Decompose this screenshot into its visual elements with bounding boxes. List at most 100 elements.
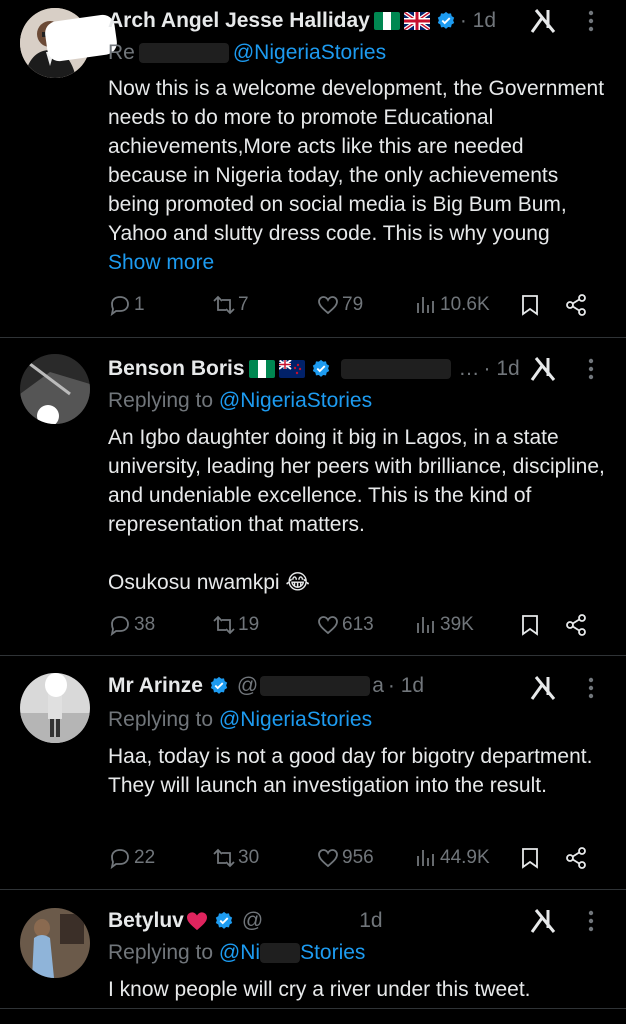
verified-icon [311, 359, 331, 379]
share-button[interactable] [564, 843, 588, 873]
reply-3[interactable]: Mr Arinze @ a · 1d Replying to @NigeriaS… [0, 656, 626, 890]
timestamp[interactable]: 1d [359, 909, 382, 933]
more-icon[interactable] [576, 6, 606, 36]
repost-count: 30 [238, 847, 260, 868]
replying-prefix: Replying to [108, 708, 214, 731]
mention-link[interactable]: @NigeriaStories [219, 708, 372, 731]
more-icon[interactable] [576, 906, 606, 936]
replying-to: Re @NigeriaStories [108, 41, 386, 65]
more-icon[interactable] [576, 673, 606, 703]
like-count: 79 [342, 294, 364, 315]
reply-button[interactable]: 1 [108, 290, 145, 320]
bookmark-icon [522, 295, 538, 316]
grok-icon[interactable] [528, 673, 558, 703]
share-button[interactable] [564, 290, 588, 320]
reply-text: Now this is a welcome development, the G… [108, 74, 606, 277]
display-name[interactable]: Benson Boris [108, 357, 245, 381]
replying-to: Replying to @Ni Stories [108, 941, 365, 965]
avatar[interactable] [20, 354, 90, 424]
repost-button[interactable]: 19 [212, 610, 259, 640]
views-icon [417, 617, 434, 633]
action-bar: 1 7 79 10.6K [108, 290, 606, 320]
views-button[interactable]: 44.9K [414, 843, 490, 873]
display-name[interactable]: Betyluv [108, 909, 184, 933]
action-bar: 22 30 956 44.9K [108, 843, 606, 873]
nigeria-flag-icon [248, 360, 275, 378]
views-count: 10.6K [440, 294, 490, 315]
views-icon [417, 850, 434, 866]
reply-count: 1 [134, 294, 145, 315]
redacted-text [260, 943, 301, 964]
repost-count: 19 [238, 614, 260, 635]
repost-icon [213, 295, 235, 315]
reply-text-content: I know people will cry a river under thi… [108, 978, 531, 1001]
mention-link[interactable]: @NigeriaStories [219, 389, 372, 412]
like-button[interactable]: 956 [316, 843, 374, 873]
reply-text: An Igbo daughter doing it big in Lagos, … [108, 423, 606, 597]
timestamp[interactable]: · 1d [484, 357, 520, 381]
share-button[interactable] [564, 610, 588, 640]
grok-icon[interactable] [528, 6, 558, 36]
reply-text-content: An Igbo daughter doing it big in Lagos, … [108, 426, 605, 536]
timestamp[interactable]: · 1d [460, 9, 496, 33]
avatar[interactable] [20, 673, 90, 743]
bookmark-button[interactable] [518, 610, 542, 640]
reply-1[interactable]: Arch Angel Jesse Halliday · 1d Re @Nigeri… [0, 0, 626, 338]
bookmark-button[interactable] [518, 843, 542, 873]
new-zealand-flag-icon [278, 360, 305, 378]
heart-emoji-icon [186, 911, 208, 931]
reply-count: 38 [134, 614, 156, 635]
like-button[interactable]: 613 [316, 610, 374, 640]
reply-text-content: Haa, today is not a good day for bigotry… [108, 745, 593, 797]
mention-link-start[interactable]: @Ni [219, 941, 260, 964]
avatar[interactable] [20, 908, 90, 978]
repost-button[interactable]: 7 [212, 290, 249, 320]
user-handle: @ [236, 674, 259, 697]
like-icon [318, 849, 338, 868]
share-icon [566, 294, 586, 316]
reply-text-content-2: Osukosu nwamkpi 😂 [108, 571, 310, 594]
reply-icon [110, 296, 129, 317]
views-icon [417, 297, 434, 313]
replying-to: Replying to @NigeriaStories [108, 389, 372, 413]
like-count: 613 [342, 614, 374, 635]
grok-icon[interactable] [528, 354, 558, 384]
divider [0, 1008, 626, 1009]
verified-icon [436, 11, 456, 31]
user-handle: @ [241, 909, 264, 932]
user-handle: … [458, 357, 480, 380]
replying-prefix: Replying to [108, 941, 214, 964]
bookmark-button[interactable] [518, 290, 542, 320]
reply-icon [110, 849, 129, 870]
mention-link[interactable]: @NigeriaStories [233, 41, 386, 64]
views-button[interactable]: 10.6K [414, 290, 490, 320]
timestamp[interactable]: · 1d [388, 674, 424, 698]
reply-button[interactable]: 22 [108, 843, 155, 873]
reply-2[interactable]: Benson Boris … · 1d Replying to @Nigeria… [0, 338, 626, 656]
reply-4[interactable]: Betyluv @ 1d Replying to @Ni Stories I kn… [0, 890, 626, 1024]
share-icon [566, 614, 586, 636]
reply-text-content: Now this is a welcome development, the G… [108, 77, 605, 245]
more-icon[interactable] [576, 354, 606, 384]
display-name[interactable]: Mr Arinze [108, 674, 203, 698]
mention-link-end[interactable]: Stories [300, 941, 365, 964]
display-name[interactable]: Arch Angel Jesse Halliday [108, 9, 370, 33]
show-more-link[interactable]: Show more [108, 251, 214, 274]
like-button[interactable]: 79 [316, 290, 363, 320]
uk-flag-icon [403, 12, 430, 30]
verified-icon [209, 676, 229, 696]
repost-button[interactable]: 30 [212, 843, 259, 873]
share-icon [566, 847, 586, 869]
like-icon [318, 296, 338, 315]
repost-icon [213, 848, 235, 868]
reply-icon [110, 616, 129, 637]
replying-prefix: Re [108, 41, 135, 64]
bookmark-icon [522, 848, 538, 869]
verified-icon [214, 911, 234, 931]
reply-button[interactable]: 38 [108, 610, 155, 640]
views-button[interactable]: 39K [414, 610, 474, 640]
redacted-text [138, 43, 229, 64]
grok-icon[interactable] [528, 906, 558, 936]
user-handle-end: a [372, 674, 384, 697]
like-icon [318, 616, 338, 635]
